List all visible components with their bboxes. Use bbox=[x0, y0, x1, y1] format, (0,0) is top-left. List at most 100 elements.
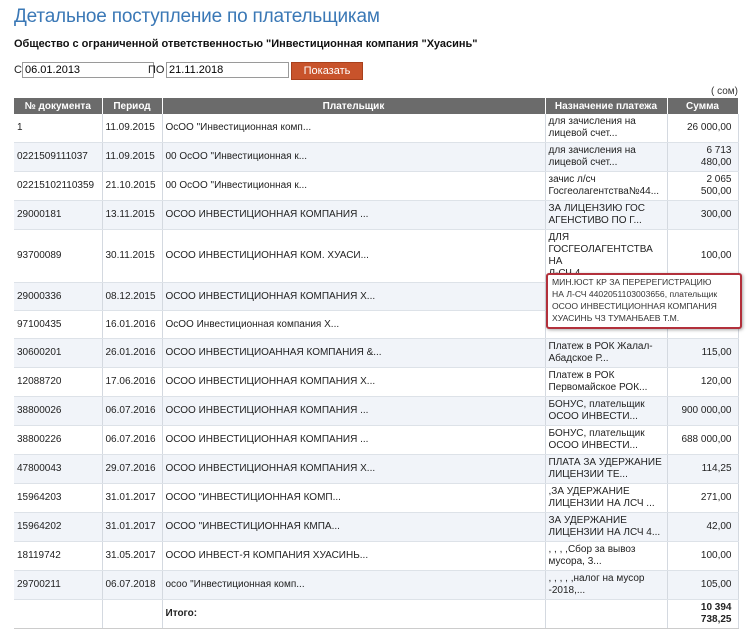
cell-doc-number: 1 bbox=[14, 114, 103, 143]
total-amount: 10 394 738,25 bbox=[667, 599, 739, 629]
cell-payer: ОСОО ИНВЕСТИЦИОННАЯ КОМПАНИЯ Х... bbox=[162, 454, 546, 484]
show-button[interactable]: Показать bbox=[291, 62, 363, 80]
cell-amount: 271,00 bbox=[667, 483, 739, 513]
cell-purpose: ЗА УДЕРЖАНИЕ ЛИЦЕНЗИИ НА ЛСЧ 4... bbox=[545, 512, 668, 542]
cell-period: 06.07.2018 bbox=[102, 570, 163, 600]
cell-payer: ОСОО ИНВЕСТИЦИОННАЯ КОМПАНИЯ Х... bbox=[162, 282, 546, 311]
cell-period: 08.12.2015 bbox=[102, 282, 163, 311]
table-row[interactable]: 38800026 06.07.2016 ОСОО ИНВЕСТИЦИОННАЯ КО… bbox=[14, 396, 739, 426]
cell-purpose: Платеж в РОК Первомайское РОК... bbox=[545, 367, 668, 397]
table-row[interactable]: 47800043 29.07.2016 ОСОО ИНВЕСТИЦИОННАЯ КО… bbox=[14, 454, 739, 484]
table-row[interactable]: 18119742 31.05.2017 ОСОО ИНВЕСТ-Я КОМПАНИЯ… bbox=[14, 541, 739, 571]
cell-period: 06.07.2016 bbox=[102, 425, 163, 455]
currency-unit-label: ( сом) bbox=[711, 86, 738, 97]
cell-period: 30.11.2015 bbox=[102, 229, 163, 283]
cell-period: 16.01.2016 bbox=[102, 310, 163, 339]
table-row[interactable]: 15964203 31.01.2017 ОСОО "ИНВЕСТИЦИОННАЯ К… bbox=[14, 483, 739, 513]
cell-amount: 105,00 bbox=[667, 570, 739, 600]
cell-period: 06.07.2016 bbox=[102, 396, 163, 426]
cell-period: 26.01.2016 bbox=[102, 338, 163, 368]
cell-period: 13.11.2015 bbox=[102, 200, 163, 230]
total-empty-cell bbox=[545, 599, 668, 629]
table-row[interactable]: 30600201 26.01.2016 ОСОО ИНВЕСТИЦИОАННАЯ К… bbox=[14, 338, 739, 368]
cell-period: 31.05.2017 bbox=[102, 541, 163, 571]
cell-period: 11.09.2015 bbox=[102, 142, 163, 172]
header-period[interactable]: Период bbox=[102, 98, 163, 114]
table-row[interactable]: 15964202 31.01.2017 ОСОО "ИНВЕСТИЦИОННАЯ К… bbox=[14, 512, 739, 542]
cell-doc-number: 97100435 bbox=[14, 310, 103, 339]
table-row[interactable]: 1 11.09.2015 ОсОО "Инвестиционная комп... д… bbox=[14, 114, 739, 143]
cell-payer: ОсОО Инвестиционная компания Х... bbox=[162, 310, 546, 339]
cell-amount: 688 000,00 bbox=[667, 425, 739, 455]
table-header-row: № документа Период Плательщик Назначение… bbox=[14, 98, 739, 114]
cell-payer: ОСОО ИНВЕСТИЦИОННАЯ КОМПАНИЯ ... bbox=[162, 425, 546, 455]
header-amount[interactable]: Сумма bbox=[667, 98, 739, 114]
to-label: ПО bbox=[148, 64, 165, 76]
cell-doc-number: 15964202 bbox=[14, 512, 103, 542]
table-row[interactable]: 38800226 06.07.2016 ОСОО ИНВЕСТИЦИОННАЯ КО… bbox=[14, 425, 739, 455]
cell-payer: ОСОО "ИНВЕСТИЦИОННАЯ КОМП... bbox=[162, 483, 546, 513]
cell-purpose: зачис л/сч Госгеолагентства№44... bbox=[545, 171, 668, 201]
tooltip-text: МИН.ЮСТ КР ЗА ПЕРЕРЕГИСТРАЦИЮ НА Л-СЧ 44… bbox=[552, 277, 718, 323]
cell-doc-number: 29000336 bbox=[14, 282, 103, 311]
cell-period: 11.09.2015 bbox=[102, 114, 163, 143]
cell-purpose: БОНУС, плательщик ОСОО ИНВЕСТИ... bbox=[545, 425, 668, 455]
cell-purpose: , , , , ,налог на мусор -2018,... bbox=[545, 570, 668, 600]
cell-purpose: ПЛАТА ЗА УДЕРЖАНИЕ ЛИЦЕНЗИИ ТЕ... bbox=[545, 454, 668, 484]
cell-purpose: Платеж в РОК Жалал- Абадское Р... bbox=[545, 338, 668, 368]
cell-doc-number: 30600201 bbox=[14, 338, 103, 368]
total-label: Итого: bbox=[162, 599, 546, 629]
cell-payer: ОСОО ИНВЕСТИЦИОННАЯ КОМ. ХУАСИ... bbox=[162, 229, 546, 283]
table-row[interactable]: 0221509111037 11.09.2015 00 ОсОО "Инвестиц… bbox=[14, 142, 739, 172]
cell-payer: ОСОО ИНВЕСТИЦИОННАЯ КОМПАНИЯ ... bbox=[162, 396, 546, 426]
cell-doc-number: 18119742 bbox=[14, 541, 103, 571]
header-doc-number[interactable]: № документа bbox=[14, 98, 103, 114]
payments-table: № документа Период Плательщик Назначение… bbox=[14, 98, 739, 629]
cell-amount: 120,00 bbox=[667, 367, 739, 397]
purpose-tooltip: МИН.ЮСТ КР ЗА ПЕРЕРЕГИСТРАЦИЮ НА Л-СЧ 44… bbox=[546, 273, 742, 329]
cell-amount: 42,00 bbox=[667, 512, 739, 542]
cell-doc-number: 12088720 bbox=[14, 367, 103, 397]
cell-payer: ОСОО ИНВЕСТИЦИОАННАЯ КОМПАНИЯ &... bbox=[162, 338, 546, 368]
total-row: Итого: 10 394 738,25 bbox=[14, 599, 739, 629]
cell-period: 31.01.2017 bbox=[102, 483, 163, 513]
date-to-input[interactable] bbox=[166, 62, 289, 78]
cell-period: 29.07.2016 bbox=[102, 454, 163, 484]
date-from-input[interactable] bbox=[22, 62, 154, 78]
cell-purpose: , , , ,Сбор за вывоз мусора, 3... bbox=[545, 541, 668, 571]
cell-purpose: ЗА ЛИЦЕНЗИЮ ГОС АГЕНСТИВО ПО Г... bbox=[545, 200, 668, 230]
cell-amount: 300,00 bbox=[667, 200, 739, 230]
header-purpose[interactable]: Назначение платежа bbox=[545, 98, 668, 114]
cell-doc-number: 38800226 bbox=[14, 425, 103, 455]
cell-payer: ОСОО ИНВЕСТ-Я КОМПАНИЯ ХУАСИНЬ... bbox=[162, 541, 546, 571]
company-name: Общество с ограниченной ответственностью… bbox=[14, 38, 478, 50]
cell-purpose: для зачисления на лицевой счет... bbox=[545, 142, 668, 172]
cell-doc-number: 47800043 bbox=[14, 454, 103, 484]
cell-doc-number: 38800026 bbox=[14, 396, 103, 426]
cell-amount: 26 000,00 bbox=[667, 114, 739, 143]
page-title: Детальное поступление по плательщикам bbox=[14, 6, 380, 27]
table-row[interactable]: 29700211 06.07.2018 осоо "Инвестиционная к… bbox=[14, 570, 739, 600]
header-payer[interactable]: Плательщик bbox=[162, 98, 546, 114]
table-row[interactable]: 29000181 13.11.2015 ОСОО ИНВЕСТИЦИОННАЯ КО… bbox=[14, 200, 739, 230]
cell-doc-number: 0221509111037 bbox=[14, 142, 103, 172]
cell-amount: 900 000,00 bbox=[667, 396, 739, 426]
cell-amount: 2 065 500,00 bbox=[667, 171, 739, 201]
cell-amount: 6 713 480,00 bbox=[667, 142, 739, 172]
cell-doc-number: 93700089 bbox=[14, 229, 103, 283]
cell-period: 31.01.2017 bbox=[102, 512, 163, 542]
cell-amount: 115,00 bbox=[667, 338, 739, 368]
from-label: С bbox=[14, 64, 22, 76]
total-empty-cell bbox=[14, 599, 103, 629]
cell-doc-number: 29000181 bbox=[14, 200, 103, 230]
table-row[interactable]: 12088720 17.06.2016 ОСОО ИНВЕСТИЦИОННАЯ КО… bbox=[14, 367, 739, 397]
cell-payer: 00 ОсОО "Инвестиционная к... bbox=[162, 142, 546, 172]
table-row[interactable]: 02215102110359 21.10.2015 00 ОсОО "Инвести… bbox=[14, 171, 739, 201]
cell-doc-number: 02215102110359 bbox=[14, 171, 103, 201]
cell-payer: 00 ОсОО "Инвестиционная к... bbox=[162, 171, 546, 201]
cell-payer: ОСОО ИНВЕСТИЦИОННАЯ КОМПАНИЯ Х... bbox=[162, 367, 546, 397]
cell-purpose: БОНУС, плательщик ОСОО ИНВЕСТИ... bbox=[545, 396, 668, 426]
cell-period: 21.10.2015 bbox=[102, 171, 163, 201]
cell-period: 17.06.2016 bbox=[102, 367, 163, 397]
total-empty-cell bbox=[102, 599, 163, 629]
